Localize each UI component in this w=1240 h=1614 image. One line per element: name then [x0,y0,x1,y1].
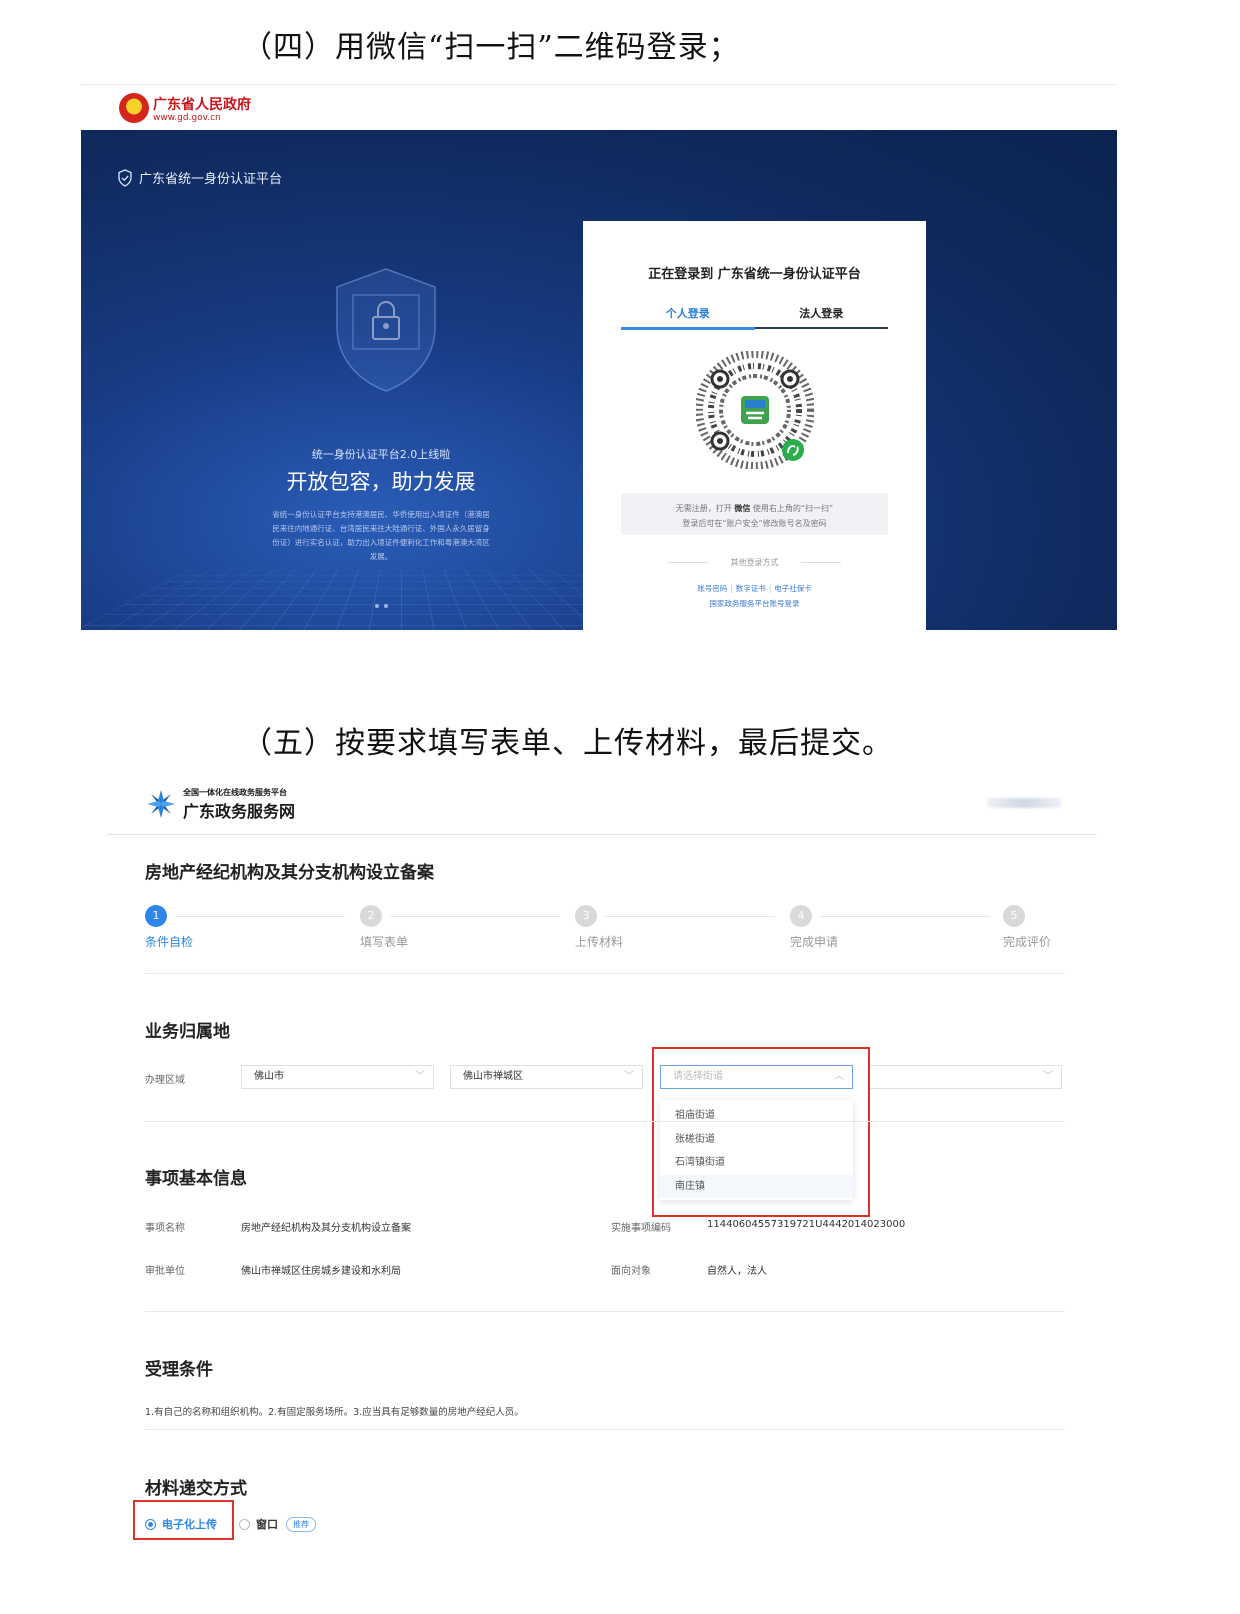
login-background: 广东省统一身份认证平台 统一身份认证平台2.0上线啦 开放包容，助力发展 省统一… [81,130,1117,630]
slogan-description: 省统一身份认证平台支持港澳居民、华侨使用出入境证件（港澳居民来往内地通行证、台湾… [272,510,490,561]
target-label: 面向对象 [611,1266,651,1277]
site-name[interactable]: 广东政务服务网 [183,798,295,822]
link-digital-cert[interactable]: 数字证书 [736,584,766,593]
step-1: 1 条件自检 [145,905,193,949]
carousel-dots[interactable] [375,604,388,608]
other-login-title: 其他登录方式 [668,557,841,568]
gov-site-url: www.gd.gov.cn [153,113,221,123]
instruction-heading-5: （五）按要求填写表单、上传材料，最后提交。 [242,726,893,761]
lock-shield-icon [336,268,436,392]
login-screenshot: 广东省人民政府 www.gd.gov.cn 广东省统一身份认证平台 统一身份认证… [81,84,1117,630]
city-select[interactable]: 佛山市 ﹀ [241,1065,434,1089]
community-select[interactable]: ﹀ [869,1065,1062,1089]
step-number: 2 [360,905,382,927]
section-divider [145,1429,1065,1430]
chevron-down-icon: ﹀ [624,1071,634,1082]
conditions-title: 受理条件 [145,1360,213,1380]
basic-info-title: 事项基本信息 [145,1169,247,1189]
region-label: 办理区域 [145,1075,185,1086]
option-window[interactable]: 窗口 [256,1516,278,1532]
gov-header: 广东省人民政府 www.gd.gov.cn [81,85,1117,130]
qr-hint-wechat: 微信 [734,504,751,513]
link-password-login[interactable]: 账号密码 [697,584,727,593]
other-login-links: 账号密码 | 数字证书 | 电子社保卡 国家政务服务平台账号登录 [621,581,888,611]
site-subtitle: 全国一体化在线政务服务平台 [183,788,287,797]
header-divider [107,834,1097,835]
step-label: 完成申请 [790,935,839,949]
step-label: 条件自检 [145,935,194,949]
section-divider [145,1121,1065,1122]
instruction-heading-4: （四）用微信“扫一扫”二维码登录； [242,30,740,65]
qr-hint: 无需注册，打开 微信 使用右上角的“扫一扫” 登录后可在“账户安全”修改账号名及… [621,493,888,535]
step-label: 完成评价 [1003,935,1052,949]
step-2: 2 填写表单 [360,905,408,949]
progress-steps: 1 条件自检 2 填写表单 3 上传材料 4 完成申请 5 完成评价 [145,905,1065,951]
item-code-label: 实施事项编码 [611,1223,671,1234]
qr-hint-prefix: 无需注册，打开 [675,504,732,513]
link-national-login[interactable]: 国家政务服务平台账号登录 [621,596,888,611]
approval-unit-label: 审批单位 [145,1266,185,1277]
item-name-label: 事项名称 [145,1223,185,1234]
qr-hint-line2: 登录后可在“账户安全”修改账号名及密码 [682,519,827,528]
platform-title-text: 广东省统一身份认证平台 [139,172,283,187]
section-divider [145,1311,1065,1312]
highlight-street-box [652,1047,870,1217]
step-number: 4 [790,905,812,927]
gov-site-name[interactable]: 广东省人民政府 [153,94,251,114]
shield-icon [118,168,132,187]
approval-unit-value: 佛山市禅城区住房城乡建设和水利局 [241,1266,401,1277]
step-5: 5 完成评价 [1003,905,1051,949]
step-number: 1 [145,905,167,927]
step-3: 3 上传材料 [575,905,623,949]
recommend-badge: 推荐 [286,1516,316,1532]
steps-divider [145,973,1065,974]
page-title: 房地产经纪机构及其分支机构设立备案 [145,863,434,883]
platform-title: 广东省统一身份认证平台 [117,168,282,187]
submit-method-title: 材料递交方式 [145,1479,247,1499]
qr-hint-suffix: 使用右上角的“扫一扫” [752,504,834,513]
slogan-title: 开放包容，助力发展 [286,470,476,494]
district-select-value: 佛山市禅城区 [463,1071,523,1082]
radio-window[interactable] [239,1518,250,1530]
step-number: 3 [575,905,597,927]
city-select-value: 佛山市 [254,1071,284,1082]
step-connector [820,916,990,917]
user-info-blurred[interactable] [987,798,1061,808]
conditions-text: 1.有自己的名称和组织机构。2.有固定服务场所。3.应当具有足够数量的房地产经纪… [145,1407,524,1418]
step-number: 5 [1003,905,1025,927]
slogan-subtitle: 统一身份认证平台2.0上线啦 [311,448,451,461]
target-value: 自然人，法人 [707,1266,767,1277]
district-select[interactable]: 佛山市禅城区 ﹀ [450,1065,643,1089]
step-connector [175,916,345,917]
chevron-down-icon: ﹀ [1043,1071,1053,1082]
emblem-icon [119,93,149,123]
tab-personal-login[interactable]: 个人登录 [621,305,755,330]
tab-corporate-login[interactable]: 法人登录 [755,305,889,327]
step-connector [605,916,775,917]
login-card-title: 正在登录到 广东省统一身份认证平台 [648,267,861,282]
step-connector [390,916,560,917]
service-screenshot: 全国一体化在线政务服务平台 广东政务服务网 房地产经纪机构及其分支机构设立备案 … [107,770,1097,1614]
step-4: 4 完成申请 [790,905,838,949]
highlight-upload-box [133,1500,234,1540]
login-tabs: 个人登录 法人登录 [621,305,889,330]
item-name-value: 房地产经纪机构及其分支机构设立备案 [241,1223,411,1234]
step-label: 上传材料 [575,935,624,949]
region-section-title: 业务归属地 [145,1022,230,1042]
chevron-down-icon: ﹀ [415,1071,425,1082]
link-social-card[interactable]: 电子社保卡 [774,584,812,593]
item-code-value: 11440604557319721U4442014023000 [707,1219,906,1230]
qr-code-icon[interactable] [696,351,814,469]
gd-logo-icon [147,790,175,818]
step-label: 填写表单 [360,935,409,949]
login-card: 正在登录到 广东省统一身份认证平台 个人登录 法人登录 无需注册，打开 微信 使… [583,221,926,630]
